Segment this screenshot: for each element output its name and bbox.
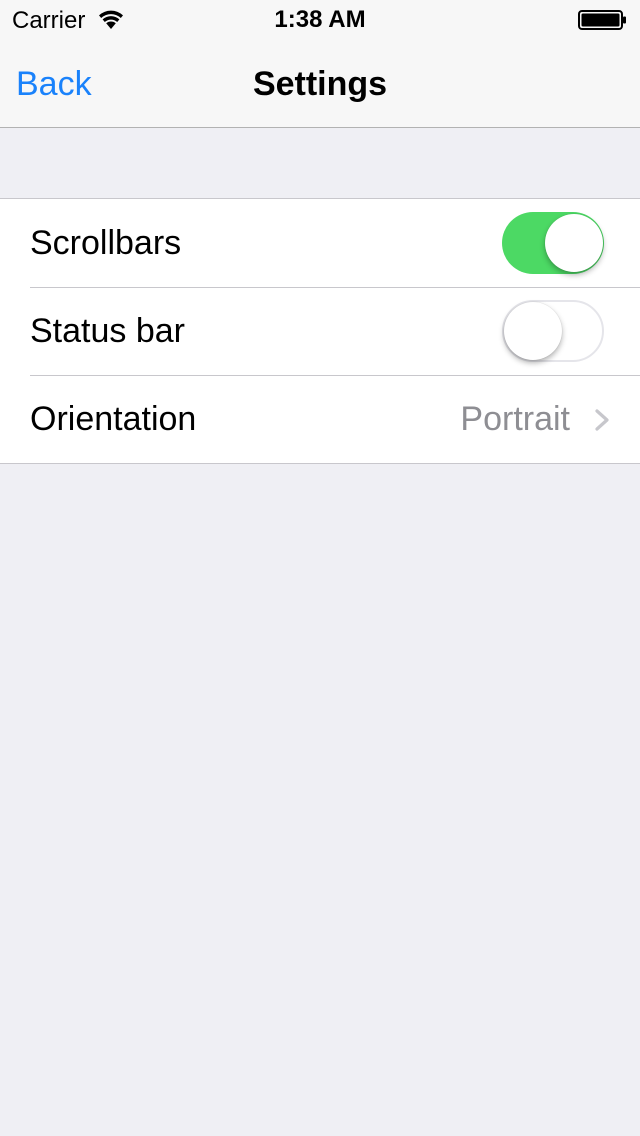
- status-bar-label: Status bar: [30, 312, 185, 350]
- chevron-right-icon: [594, 409, 610, 431]
- orientation-row[interactable]: Orientation Portrait: [0, 375, 640, 463]
- settings-table: Scrollbars Status bar Orientation Portra…: [0, 198, 640, 464]
- status-bar: Carrier 1:38 AM: [0, 0, 640, 40]
- scrollbars-toggle[interactable]: [502, 212, 604, 274]
- status-bar-toggle[interactable]: [502, 300, 604, 362]
- toggle-knob: [504, 302, 562, 360]
- battery-icon: [578, 10, 628, 30]
- status-time: 1:38 AM: [274, 6, 366, 33]
- status-bar-row: Status bar: [0, 287, 640, 375]
- navigation-bar: Back Settings: [0, 40, 640, 128]
- orientation-label: Orientation: [30, 400, 197, 438]
- scrollbars-row: Scrollbars: [0, 199, 640, 287]
- page-title: Settings: [252, 65, 388, 103]
- toggle-knob: [545, 214, 603, 272]
- orientation-value: Portrait: [460, 400, 570, 438]
- settings-screen: Carrier 1:38 AM Back Settings Scrollbars…: [0, 0, 640, 1136]
- top-bar: Carrier 1:38 AM Back Settings: [0, 0, 640, 128]
- scrollbars-label: Scrollbars: [30, 224, 182, 262]
